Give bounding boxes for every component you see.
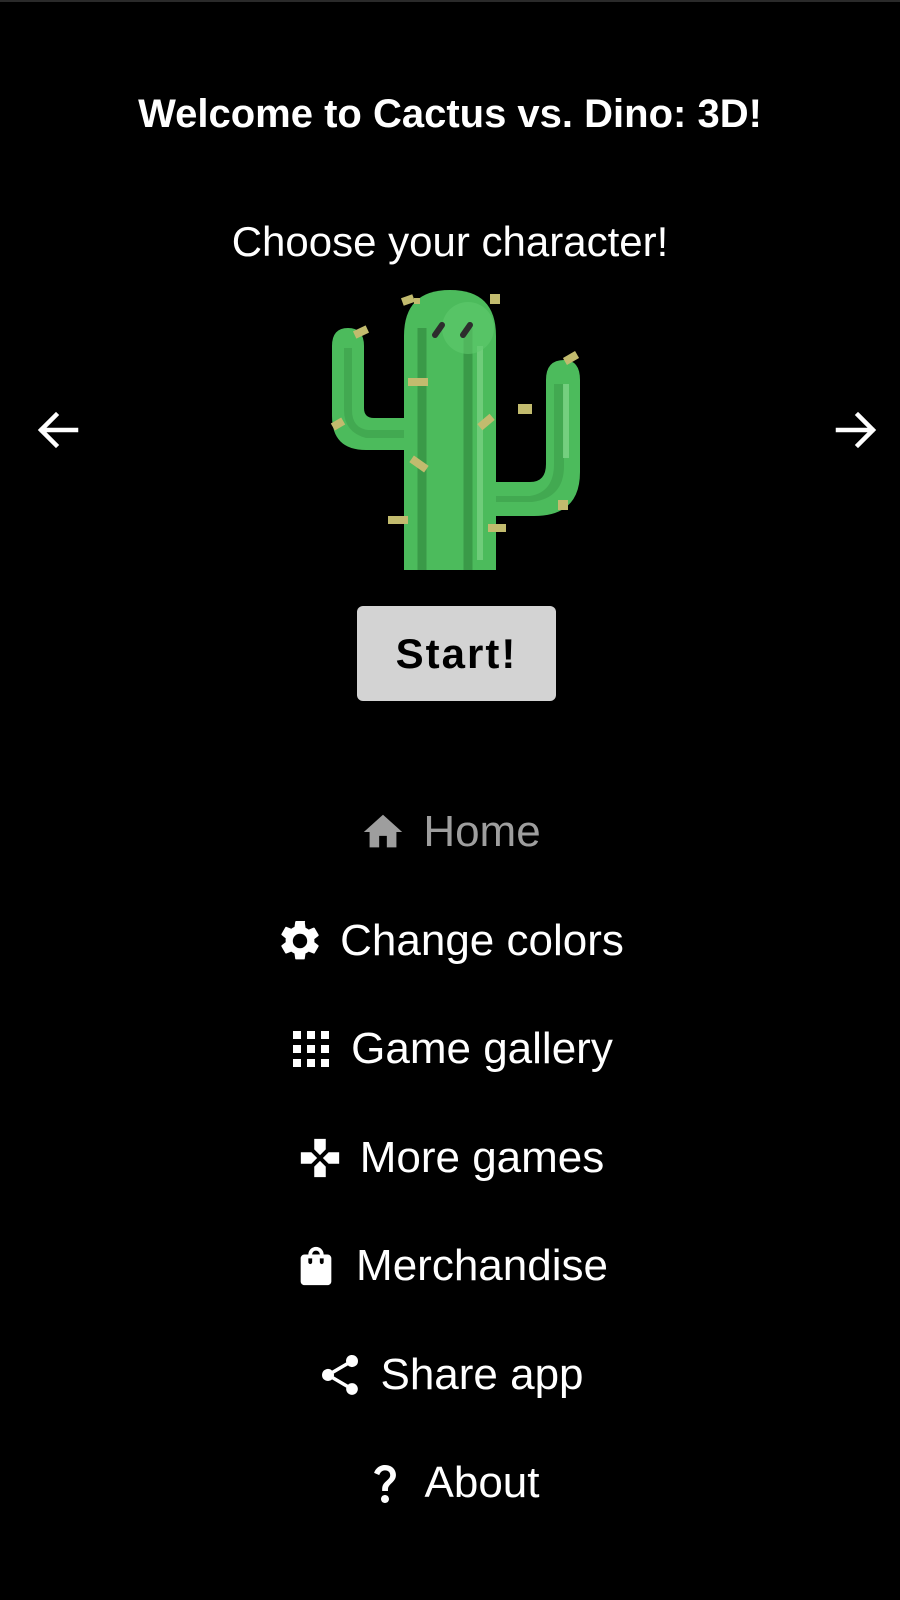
next-character-button[interactable] [828, 402, 884, 458]
grid-icon [287, 1025, 335, 1073]
arrow-left-icon [37, 411, 79, 449]
question-icon [361, 1459, 409, 1507]
menu-item-label: Home [423, 807, 541, 857]
menu-item-share-app[interactable]: Share app [0, 1321, 900, 1430]
menu-item-change-colors[interactable]: Change colors [0, 887, 900, 996]
menu-item-label: Game gallery [351, 1024, 613, 1074]
page-title: Welcome to Cactus vs. Dino: 3D! [138, 92, 762, 136]
gear-icon [276, 917, 324, 965]
character-prompt: Choose your character! [231, 218, 669, 265]
previous-character-button[interactable] [30, 402, 86, 458]
arrow-right-icon [835, 411, 877, 449]
menu-item-home[interactable]: Home [0, 778, 900, 887]
shopping-bag-icon [292, 1242, 340, 1290]
menu-item-label: More games [359, 1132, 605, 1182]
menu-item-label: Share app [380, 1349, 584, 1399]
home-icon [359, 808, 407, 856]
menu-item-more-games[interactable]: More games [0, 1104, 900, 1213]
start-button[interactable]: Start! [357, 606, 556, 701]
menu-item-label: About [424, 1458, 540, 1508]
character-preview [318, 288, 594, 578]
menu-item-label: Change colors [340, 915, 624, 965]
gamepad-icon [296, 1134, 344, 1182]
menu-item-game-gallery[interactable]: Game gallery [0, 995, 900, 1104]
top-divider [0, 0, 900, 2]
menu-item-label: Merchandise [356, 1241, 608, 1291]
menu-item-about[interactable]: About [0, 1429, 900, 1538]
share-icon [316, 1351, 364, 1399]
cactus-icon [330, 290, 580, 570]
menu-item-merchandise[interactable]: Merchandise [0, 1212, 900, 1321]
main-menu: Home Change colors Game gallery More gam… [0, 778, 900, 1538]
